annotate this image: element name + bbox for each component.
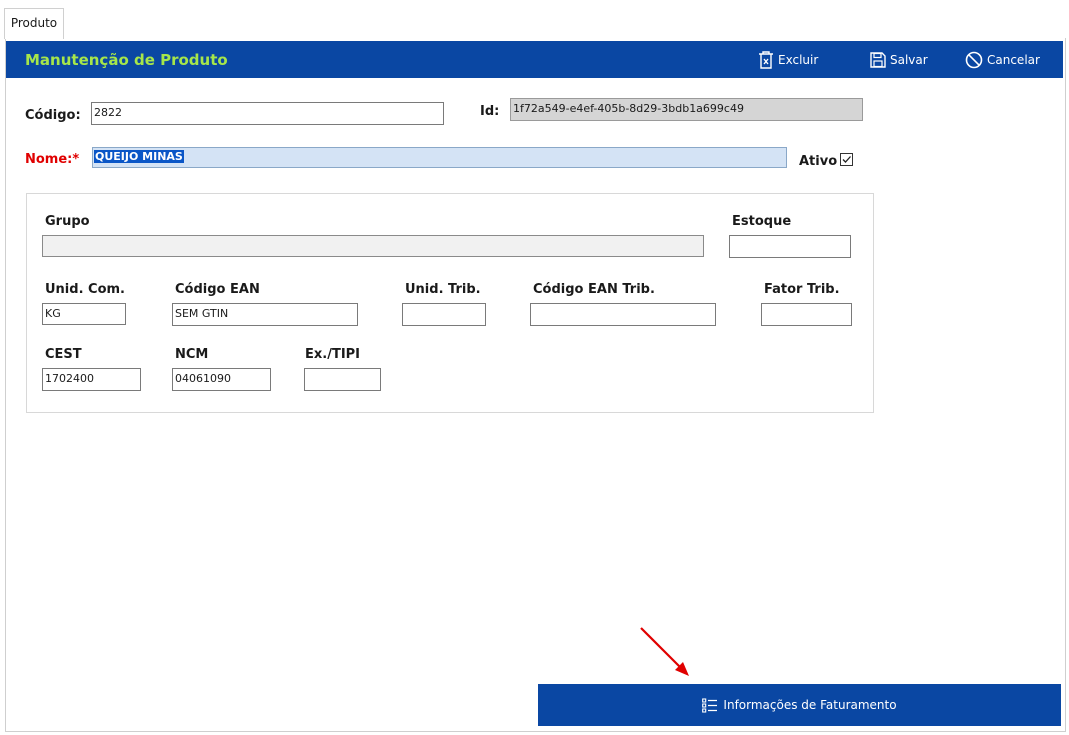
informacoes-faturamento-label: Informações de Faturamento [723,698,897,712]
save-icon [870,52,886,68]
estoque-label: Estoque [732,214,792,229]
ncm-label: NCM [175,347,209,362]
fator-trib-field[interactable] [761,303,852,326]
grupo-field[interactable] [42,235,704,257]
excluir-label: Excluir [778,53,819,67]
salvar-label: Salvar [890,53,928,67]
unid-com-label: Unid. Com. [45,282,125,297]
nome-field[interactable]: QUEIJO MINAS [92,147,787,168]
cancelar-label: Cancelar [987,53,1040,67]
codigo-ean-trib-label: Código EAN Trib. [533,282,655,297]
id-field: 1f72a549-e4ef-405b-8d29-3bdb1a699c49 [510,98,863,121]
informacoes-faturamento-button[interactable]: Informações de Faturamento [538,684,1061,726]
codigo-ean-trib-field[interactable] [530,303,716,326]
unid-com-field[interactable]: KG [42,303,126,325]
ex-tipi-label: Ex./TIPI [305,347,361,362]
list-icon [702,697,718,713]
ativo-checkbox[interactable] [840,153,853,166]
tab-produto[interactable]: Produto [4,8,64,39]
grupo-label: Grupo [45,214,90,229]
unid-trib-field[interactable] [402,303,486,326]
ex-tipi-field[interactable] [304,368,381,391]
nome-label: Nome:* [25,152,80,167]
fator-trib-label: Fator Trib. [764,282,840,297]
excluir-button[interactable]: Excluir [758,50,818,70]
arrow-annotation [640,627,689,676]
codigo-field[interactable]: 2822 [91,102,444,125]
ativo-label: Ativo [799,154,838,169]
salvar-button[interactable]: Salvar [870,50,928,70]
cest-label: CEST [45,347,82,362]
id-label: Id: [480,104,500,119]
estoque-field[interactable] [729,235,851,258]
codigo-label: Código: [25,108,81,123]
cancel-icon [965,51,983,69]
ncm-field[interactable]: 04061090 [172,368,271,391]
trash-icon [759,51,773,69]
page-title: Manutenção de Produto [25,51,228,69]
unid-trib-label: Unid. Trib. [405,282,481,297]
codigo-ean-field[interactable]: SEM GTIN [172,303,358,326]
cancelar-button[interactable]: Cancelar [965,50,1040,70]
cest-field[interactable]: 1702400 [42,368,141,391]
codigo-ean-label: Código EAN [175,282,260,297]
nome-selected-text: QUEIJO MINAS [94,150,184,163]
check-icon [842,156,851,163]
